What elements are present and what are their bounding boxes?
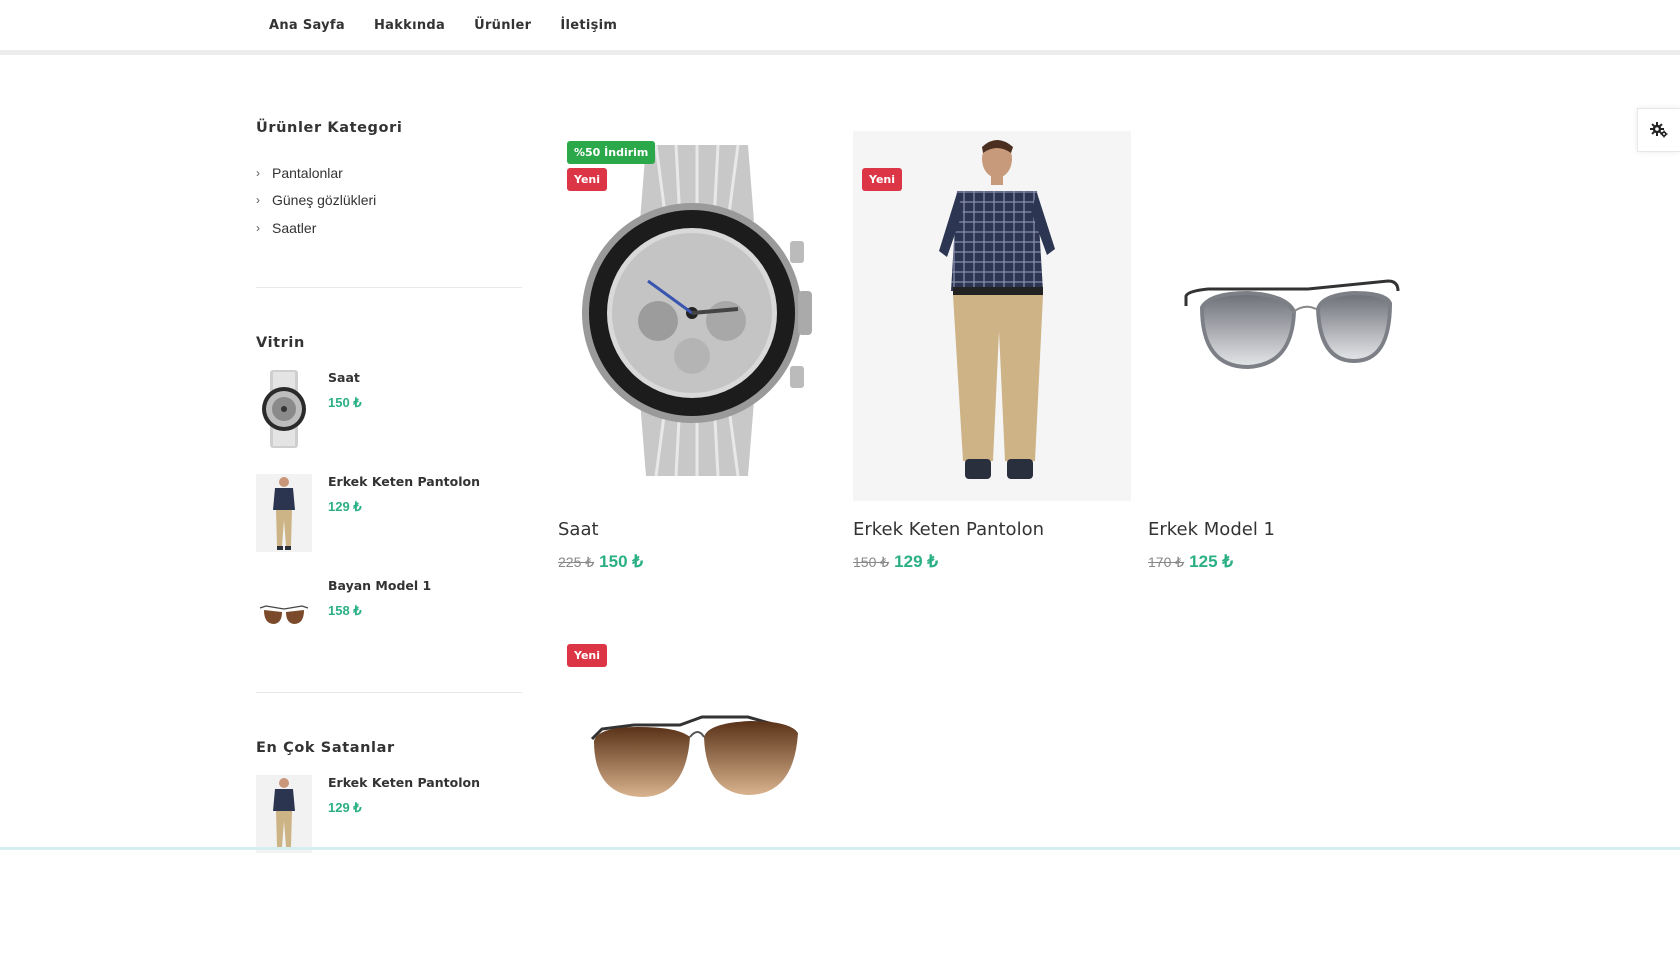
product-image-watch[interactable]: %50 İndirim Yeni bbox=[558, 131, 836, 501]
bestsellers-title: En Çok Satanlar bbox=[256, 739, 395, 756]
category-label: Saatler bbox=[272, 219, 317, 236]
sidebar: Ürünler Kategori › Pantalonlar › Güneş göz… bbox=[256, 120, 522, 879]
product-old-price: 225 ₺ bbox=[558, 554, 595, 570]
product-prices: 150 ₺ 129 ₺ bbox=[853, 552, 1131, 572]
showcase-list: Saat 150 ₺ Erkek Keten Pantolon 129 ₺ Ba… bbox=[256, 369, 522, 682]
category-item[interactable]: › Güneş gözlükleri bbox=[256, 187, 522, 215]
product-image-man[interactable]: Yeni bbox=[853, 131, 1131, 501]
showcase-item[interactable]: Saat 150 ₺ bbox=[256, 369, 522, 474]
bestsellers-list: Erkek Keten Pantolon 129 ₺ bbox=[256, 774, 522, 879]
bestseller-item-name[interactable]: Erkek Keten Pantolon bbox=[328, 775, 480, 790]
bestseller-item[interactable]: Erkek Keten Pantolon 129 ₺ bbox=[256, 774, 522, 879]
chevron-right-icon: › bbox=[256, 220, 260, 235]
nav-home[interactable]: Ana Sayfa bbox=[269, 18, 345, 33]
main-nav: Ana Sayfa Hakkında Ürünler İletişim bbox=[269, 18, 617, 33]
product-old-price: 170 ₺ bbox=[1148, 554, 1185, 570]
product-card[interactable]: Erkek Model 1 170 ₺ 125 ₺ bbox=[1148, 131, 1426, 572]
new-badge: Yeni bbox=[862, 168, 903, 191]
bestseller-item-price: 129 ₺ bbox=[328, 799, 362, 815]
product-name[interactable]: Erkek Keten Pantolon bbox=[853, 519, 1131, 540]
categories-title: Ürünler Kategori bbox=[256, 120, 403, 136]
showcase-item-price: 129 ₺ bbox=[328, 498, 362, 514]
showcase-item-name[interactable]: Bayan Model 1 bbox=[328, 578, 431, 593]
man-thumb[interactable] bbox=[256, 473, 312, 552]
nav-contact[interactable]: İletişim bbox=[560, 18, 617, 33]
showcase-item-price: 158 ₺ bbox=[328, 602, 362, 618]
category-list: › Pantalonlar › Güneş gözlükleri › Saatler bbox=[256, 159, 522, 242]
new-badge: Yeni bbox=[567, 168, 608, 191]
product-name[interactable]: Saat bbox=[558, 519, 836, 540]
sale-badge: %50 İndirim bbox=[567, 141, 656, 164]
sunglasses-brown-thumb[interactable] bbox=[256, 578, 312, 656]
product-price: 150 ₺ bbox=[599, 552, 644, 571]
product-card[interactable]: Yeni bbox=[558, 607, 836, 977]
gear-settings-icon bbox=[1650, 122, 1668, 138]
product-price: 125 ₺ bbox=[1189, 552, 1234, 571]
showcase-item-name[interactable]: Saat bbox=[328, 370, 362, 385]
product-image-sunglasses-brown[interactable]: Yeni bbox=[558, 607, 836, 977]
category-label: Güneş gözlükleri bbox=[272, 192, 377, 209]
divider bbox=[256, 691, 522, 693]
site-header: Ana Sayfa Hakkında Ürünler İletişim bbox=[0, 0, 1680, 55]
divider bbox=[256, 286, 522, 288]
nav-about[interactable]: Hakkında bbox=[374, 18, 445, 33]
showcase-item[interactable]: Erkek Keten Pantolon 129 ₺ bbox=[256, 473, 522, 578]
showcase-title: Vitrin bbox=[256, 334, 305, 351]
new-badge: Yeni bbox=[567, 644, 608, 667]
product-prices: 225 ₺ 150 ₺ bbox=[558, 552, 836, 572]
category-item[interactable]: › Pantalonlar bbox=[256, 159, 522, 187]
showcase-item-price: 150 ₺ bbox=[328, 394, 362, 410]
nav-products[interactable]: Ürünler bbox=[474, 18, 531, 33]
product-prices: 170 ₺ 125 ₺ bbox=[1148, 552, 1426, 572]
showcase-item-name[interactable]: Erkek Keten Pantolon bbox=[328, 474, 480, 489]
product-card[interactable]: Yeni Erkek Keten Pantolon 150 ₺ 129 ₺ bbox=[853, 131, 1131, 572]
category-label: Pantalonlar bbox=[272, 164, 343, 181]
watch-thumb[interactable] bbox=[256, 369, 312, 448]
settings-toggle-button[interactable] bbox=[1637, 108, 1680, 152]
chevron-right-icon: › bbox=[256, 193, 260, 208]
product-image-sunglasses-grey[interactable] bbox=[1148, 131, 1426, 501]
product-card[interactable]: %50 İndirim Yeni Saat 225 ₺ 150 ₺ bbox=[558, 131, 836, 572]
chevron-right-icon: › bbox=[256, 165, 260, 180]
product-price: 129 ₺ bbox=[894, 552, 939, 571]
man-thumb[interactable] bbox=[256, 774, 312, 853]
product-name[interactable]: Erkek Model 1 bbox=[1148, 519, 1426, 540]
product-old-price: 150 ₺ bbox=[853, 554, 890, 570]
showcase-item[interactable]: Bayan Model 1 158 ₺ bbox=[256, 578, 522, 682]
category-item[interactable]: › Saatler bbox=[256, 214, 522, 242]
